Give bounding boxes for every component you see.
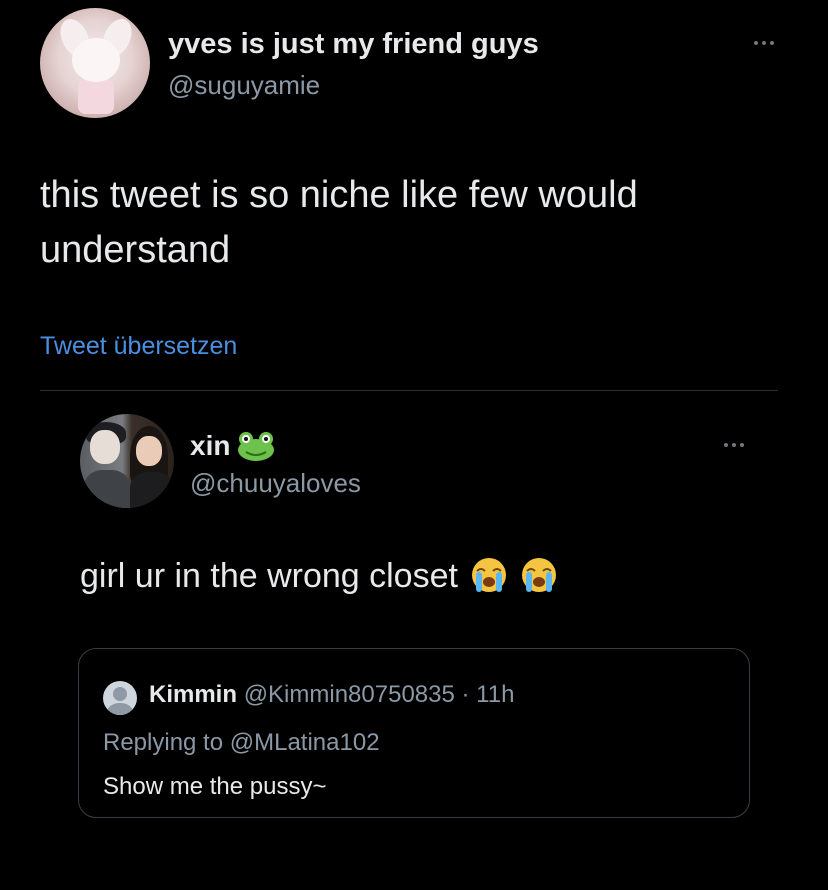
author-avatar[interactable] [40,8,150,118]
embedded-display-name[interactable]: Kimmin [149,681,237,708]
translate-tweet-link[interactable]: Tweet übersetzen [40,332,237,361]
loudly-crying-face-icon [521,558,556,592]
avatar-figure-left [84,470,130,508]
quoted-author-avatar[interactable] [80,414,174,508]
author-handle[interactable]: @suguyamie [168,70,320,101]
embedded-tweet-text: Show me the pussy~ [103,773,327,800]
quoted-handle[interactable]: @chuuyaloves [190,468,361,499]
frog-face-icon [238,432,274,461]
embedded-tweet-header: Kimmin @Kimmin80750835 · 11h [149,681,514,709]
divider [40,390,778,391]
avatar-face-right [136,436,162,466]
avatar-face [72,38,120,82]
quoted-display-name[interactable]: xin [190,430,230,462]
default-avatar-icon [103,681,137,715]
author-display-name[interactable]: yves is just my friend guys [168,28,539,61]
replying-to-prefix: Replying to [103,729,230,756]
avatar-figure-right [130,472,174,508]
avatar-face-left [90,430,120,464]
quoted-tweet-text-row: girl ur in the wrong closet [80,557,557,596]
embedded-handle-time: @Kimmin80750835 · 11h [243,681,515,708]
loudly-crying-face-icon [472,558,507,592]
quoted-more-options-icon[interactable] [724,440,754,450]
embedded-tweet-card[interactable]: Kimmin @Kimmin80750835 · 11h Replying to… [78,648,750,818]
quoted-tweet-text: girl ur in the wrong closet [80,557,458,595]
replying-to-line: Replying to @MLatina102 [103,729,380,757]
tweet-text: this tweet is so niche like few would un… [40,174,638,271]
more-options-icon[interactable] [754,38,784,48]
replying-to-mention[interactable]: @MLatina102 [230,729,380,756]
